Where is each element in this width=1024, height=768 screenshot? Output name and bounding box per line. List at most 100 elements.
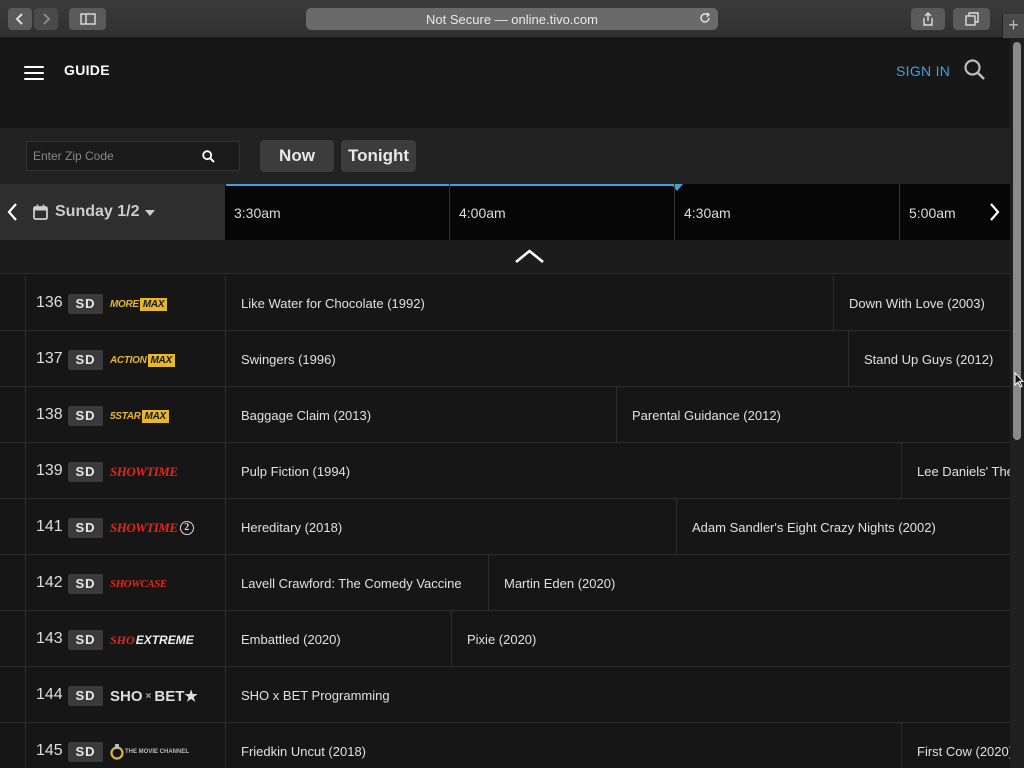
program-cell[interactable]: Swingers (1996): [226, 331, 849, 387]
program-cell[interactable]: Embattled (2020): [226, 611, 452, 667]
channel-row: 137 SD ACTION MAX Swingers (1996) Stand U…: [0, 331, 1010, 387]
guide-controls: Now Tonight: [0, 128, 1010, 184]
channel-cell[interactable]: 139 SD SHOWTIME: [26, 443, 226, 499]
tonight-button[interactable]: Tonight: [341, 140, 416, 172]
5starmax-logo-icon: 5STAR MAX: [110, 405, 169, 427]
channel-row: 141 SD SHOWTIME 2 Hereditary (2018) Adam …: [0, 499, 1010, 555]
channel-number: 136: [36, 294, 63, 311]
channel-row: 136 SD MORE MAX Like Water for Chocolate …: [0, 275, 1010, 331]
row-gutter: [0, 499, 26, 555]
time-slot: 4:00am: [459, 205, 506, 221]
reload-icon[interactable]: [698, 11, 712, 25]
chevron-right-icon: [43, 13, 51, 25]
channel-cell[interactable]: 137 SD ACTION MAX: [26, 331, 226, 387]
channel-cell[interactable]: 141 SD SHOWTIME 2: [26, 499, 226, 555]
zip-search-icon[interactable]: [202, 150, 215, 168]
program-cell[interactable]: Pixie (2020): [452, 611, 1010, 667]
channel-row: 142 SD SHOWCASE Lavell Crawford: The Com…: [0, 555, 1010, 611]
forward-button[interactable]: [34, 8, 58, 30]
row-gutter: [0, 723, 26, 768]
collapse-bar: [0, 240, 1010, 274]
program-cell[interactable]: Down With Love (2003): [834, 275, 1010, 331]
sidebar-icon: [79, 13, 96, 25]
tabs-button[interactable]: [953, 8, 990, 30]
now-button[interactable]: Now: [260, 140, 334, 172]
channel-cell[interactable]: 145 SD THE MOVIE CHANNEL: [26, 723, 226, 768]
row-gutter: [0, 443, 26, 499]
share-icon: [923, 12, 933, 26]
program-cell[interactable]: Like Water for Chocolate (1992): [226, 275, 834, 331]
channel-cell[interactable]: 136 SD MORE MAX: [26, 275, 226, 331]
sidebar-button[interactable]: [69, 8, 106, 30]
calendar-icon: [33, 204, 48, 225]
sho-extreme-logo-icon: SHO EXTREME: [110, 632, 194, 648]
sign-in-link[interactable]: SIGN IN: [896, 63, 950, 79]
actionmax-logo-icon: ACTION MAX: [110, 349, 175, 371]
quality-badge: SD: [68, 574, 103, 594]
chevron-up-icon[interactable]: [514, 248, 545, 269]
channel-number: 144: [36, 686, 63, 703]
showtime-logo-icon: SHOWTIME: [110, 464, 178, 479]
channel-cell[interactable]: 138 SD 5STAR MAX: [26, 387, 226, 443]
program-cell[interactable]: Stand Up Guys (2012): [849, 331, 1010, 387]
program-cell[interactable]: SHO x BET Programming: [226, 667, 1010, 723]
program-cell[interactable]: Martin Eden (2020): [489, 555, 1010, 611]
quality-badge: SD: [68, 294, 103, 314]
row-gutter: [0, 667, 26, 723]
caret-down-icon: [145, 210, 155, 216]
share-button[interactable]: [911, 8, 945, 30]
zip-code-input[interactable]: [27, 142, 197, 170]
program-cell[interactable]: Friedkin Uncut (2018): [226, 723, 902, 768]
sho-x-bet-logo-icon: SHO × BET★: [110, 687, 198, 706]
program-cell[interactable]: Adam Sandler's Eight Crazy Nights (2002): [677, 499, 1010, 555]
row-gutter: [0, 555, 26, 611]
program-cell[interactable]: Hereditary (2018): [226, 499, 677, 555]
quality-badge: SD: [68, 462, 103, 482]
tabs-icon: [964, 12, 979, 26]
mouse-cursor-icon: [1014, 371, 1024, 393]
chevron-left-icon: [15, 13, 23, 25]
previous-time-arrow-icon[interactable]: [6, 202, 18, 227]
program-cell[interactable]: Baggage Claim (2013): [226, 387, 617, 443]
channel-number: 142: [36, 574, 63, 591]
search-icon[interactable]: [963, 58, 987, 87]
channel-number: 137: [36, 350, 63, 367]
quality-badge: SD: [68, 518, 103, 538]
page-title: GUIDE: [64, 62, 110, 78]
the-movie-channel-logo-icon: THE MOVIE CHANNEL: [110, 741, 189, 763]
channel-number: 141: [36, 518, 63, 535]
program-cell[interactable]: Parental Guidance (2012): [617, 387, 1010, 443]
channel-cell[interactable]: 143 SD SHO EXTREME: [26, 611, 226, 667]
quality-badge: SD: [68, 630, 103, 650]
zip-code-field[interactable]: [26, 141, 240, 171]
row-gutter: [0, 275, 26, 331]
channel-number: 138: [36, 406, 63, 423]
channel-row: 138 SD 5STAR MAX Baggage Claim (2013) Par…: [0, 387, 1010, 443]
program-cell[interactable]: Lavell Crawford: The Comedy Vaccine: [226, 555, 489, 611]
back-button[interactable]: [8, 8, 32, 30]
day-label: Sunday 1/2: [55, 203, 140, 220]
row-gutter: [0, 387, 26, 443]
showtime2-logo-icon: SHOWTIME 2: [110, 517, 194, 539]
guide-grid: 136 SD MORE MAX Like Water for Chocolate …: [0, 275, 1010, 768]
row-gutter: [0, 611, 26, 667]
channel-cell[interactable]: 142 SD SHOWCASE: [26, 555, 226, 611]
moremax-logo-icon: MORE MAX: [110, 293, 168, 315]
channel-row: 139 SD SHOWTIME Pulp Fiction (1994) Lee …: [0, 443, 1010, 499]
hamburger-menu-icon[interactable]: [24, 66, 44, 80]
new-tab-button[interactable]: +: [1002, 14, 1024, 38]
program-cell[interactable]: Lee Daniels' The: [902, 443, 1010, 499]
program-cell[interactable]: First Cow (2020): [902, 723, 1010, 768]
channel-number: 139: [36, 462, 63, 479]
address-bar[interactable]: Not Secure — online.tivo.com: [306, 8, 718, 30]
showcase-logo-icon: SHOWCASE: [110, 578, 167, 590]
time-header: Sunday 1/2 3:30am 4:00am 4:30am 5:00am: [0, 184, 1010, 240]
quality-badge: SD: [68, 742, 103, 762]
page-scrollbar[interactable]: [1010, 38, 1024, 768]
next-time-arrow-icon[interactable]: [989, 202, 1001, 227]
day-selector[interactable]: Sunday 1/2: [0, 184, 225, 240]
channel-cell[interactable]: 144 SD SHO × BET★: [26, 667, 226, 723]
program-cell[interactable]: Pulp Fiction (1994): [226, 443, 902, 499]
channel-row: 144 SD SHO × BET★ SHO x BET Programming: [0, 667, 1010, 723]
quality-badge: SD: [68, 686, 103, 706]
